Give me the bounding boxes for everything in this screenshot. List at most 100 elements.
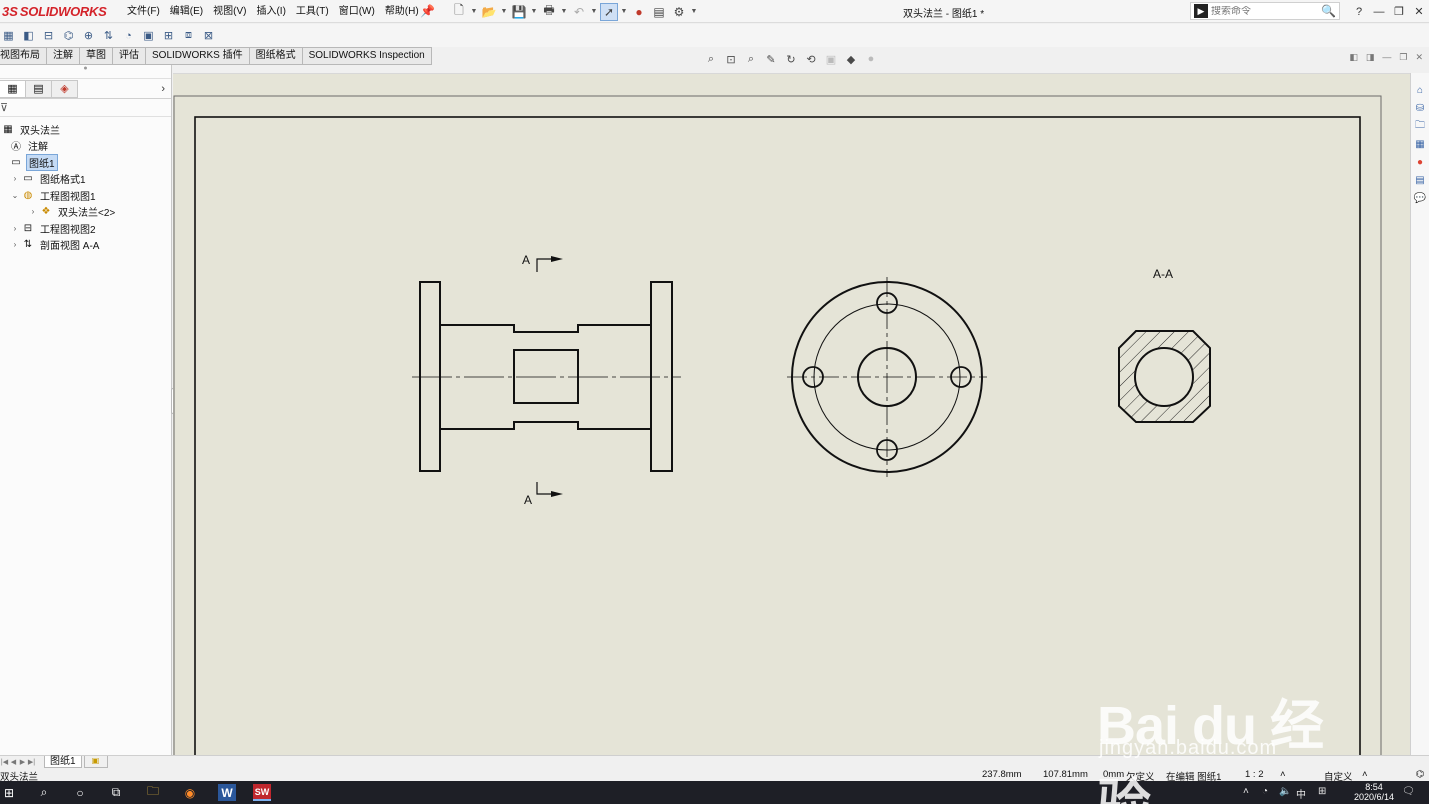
menu-view[interactable]: 视图(V) xyxy=(208,0,251,23)
volume-icon[interactable]: 🔈 xyxy=(1279,786,1291,797)
appearance-icon[interactable]: ● xyxy=(863,53,879,65)
next-sheet-icon[interactable]: ▶ xyxy=(18,758,27,766)
print-dropdown-caret[interactable]: ▼ xyxy=(560,8,568,15)
alternate-position-icon[interactable]: ⇅ xyxy=(100,27,117,44)
tab-addins[interactable]: SOLIDWORKS 插件 xyxy=(146,47,250,65)
expand-arrow-icon[interactable]: › xyxy=(10,224,20,233)
expand-panel-chevron-icon[interactable]: › xyxy=(161,83,165,95)
menu-tools[interactable]: 工具(T) xyxy=(291,0,334,23)
broken-out-section-icon[interactable]: ◔ xyxy=(120,27,137,44)
expand-arrow-icon[interactable]: › xyxy=(28,207,38,216)
clock[interactable]: 8:54 2020/6/14 xyxy=(1354,782,1394,802)
tree-node-sheet-format[interactable]: › ▭ 图纸格式1 xyxy=(0,171,171,188)
open-folder-icon[interactable]: 📂 xyxy=(480,3,498,21)
detail-view-icon[interactable]: ⊕ xyxy=(80,27,97,44)
tab-inspection[interactable]: SOLIDWORKS Inspection xyxy=(302,47,432,65)
zoom-to-fit-icon[interactable]: ⌕ xyxy=(703,53,719,66)
auxiliary-view-icon[interactable]: ⊟ xyxy=(40,27,57,44)
file-explorer-icon[interactable]: 🗀 xyxy=(1413,119,1428,134)
new-dropdown-caret[interactable]: ▼ xyxy=(470,8,478,15)
status-help-icon[interactable]: ⌬ xyxy=(1416,769,1424,780)
doc-restore-icon[interactable]: ❐ xyxy=(1399,52,1407,63)
notifications-icon[interactable]: 🗨 xyxy=(1402,786,1415,797)
menu-file[interactable]: 文件(F) xyxy=(122,0,165,23)
select-dropdown-caret[interactable]: ▼ xyxy=(620,8,628,15)
crop-view-icon[interactable]: ⧈ xyxy=(180,27,197,44)
tree-node-view1[interactable]: ⌄ ◍ 工程图视图1 xyxy=(0,187,171,204)
custom-properties-icon[interactable]: ▤ xyxy=(1413,173,1428,188)
tab-view-layout[interactable]: 视图布局 xyxy=(0,47,47,65)
tab-evaluate[interactable]: 评估 xyxy=(113,47,146,65)
restore-icon[interactable]: ❐ xyxy=(1389,5,1409,18)
tree-node-view2[interactable]: › ⊟ 工程图视图2 xyxy=(0,220,171,237)
forum-icon[interactable]: 💬 xyxy=(1413,191,1428,206)
zoom-to-area-icon[interactable]: ⊡ xyxy=(723,53,739,66)
doc-close-icon[interactable]: ✕ xyxy=(1415,52,1423,63)
file-explorer-taskbar-icon[interactable]: 🗀 xyxy=(144,784,162,801)
solidworks-logo[interactable]: 3S SOLIDWORKS xyxy=(2,2,107,21)
projected-view-icon[interactable]: ◧ xyxy=(20,27,37,44)
tree-node-root[interactable]: ▦ 双头法兰 xyxy=(0,121,171,138)
menu-edit[interactable]: 编辑(E) xyxy=(165,0,208,23)
hide-show-items-icon[interactable]: ◆ xyxy=(843,53,859,66)
prev-sheet-icon[interactable]: ◀ xyxy=(9,758,18,766)
print-icon[interactable]: 🖶 xyxy=(540,3,558,21)
tray-chevron-icon[interactable]: ˄ xyxy=(1243,786,1249,797)
design-library-icon[interactable]: ⛁ xyxy=(1413,101,1428,116)
collapse-arrow-icon[interactable]: ⌄ xyxy=(10,191,20,200)
undo-icon[interactable]: ↶ xyxy=(570,3,588,21)
property-manager-tab-icon[interactable]: ▤ xyxy=(26,79,52,98)
new-document-icon[interactable]: 🗋 xyxy=(450,3,468,21)
status-scale[interactable]: 1 : 2 xyxy=(1245,769,1264,780)
scale-up-caret-icon[interactable]: ˄ xyxy=(1280,769,1286,780)
taskbar-search-icon[interactable]: ⌕ xyxy=(35,784,53,801)
standard-3-view-icon[interactable]: ▣ xyxy=(140,27,157,44)
save-dropdown-caret[interactable]: ▼ xyxy=(530,8,538,15)
horizontal-break-icon[interactable]: ⊠ xyxy=(200,27,217,44)
network-icon[interactable]: ◔ xyxy=(1262,786,1268,797)
appearances-icon[interactable]: ● xyxy=(1413,155,1428,170)
tree-node-annotations[interactable]: Ⓐ 注解 xyxy=(0,138,171,155)
pin-icon[interactable]: 📌 xyxy=(420,4,435,18)
tab-annotation[interactable]: 注解 xyxy=(47,47,80,65)
menu-window[interactable]: 窗口(W) xyxy=(334,0,380,23)
help-icon[interactable]: ? xyxy=(1349,6,1369,18)
word-icon[interactable]: W xyxy=(218,784,236,801)
tile-left-icon[interactable]: ◧ xyxy=(1349,52,1358,63)
sheet-tab[interactable]: 图纸1 xyxy=(44,756,82,768)
drawing-canvas[interactable]: A A A-A xyxy=(173,73,1410,756)
break-view-icon[interactable]: ⊞ xyxy=(160,27,177,44)
ime-indicator[interactable]: 中 xyxy=(1296,786,1306,801)
open-dropdown-caret[interactable]: ▼ xyxy=(500,8,508,15)
options-gear-icon[interactable]: ⚙ xyxy=(670,3,688,21)
task-view-icon[interactable]: ⧉ xyxy=(107,784,125,801)
save-icon[interactable]: 💾 xyxy=(510,3,528,21)
filter-icon[interactable]: ⊽ xyxy=(0,99,171,117)
windows-start-icon[interactable]: ⊞ xyxy=(0,784,18,801)
firefox-icon[interactable]: ◉ xyxy=(181,784,199,801)
add-sheet-icon[interactable]: ▣ xyxy=(83,756,108,768)
rebuild-traffic-light-icon[interactable]: ● xyxy=(630,3,648,21)
units-up-caret-icon[interactable]: ˄ xyxy=(1362,769,1368,780)
tab-sketch[interactable]: 草图 xyxy=(80,47,113,65)
tile-right-icon[interactable]: ◨ xyxy=(1366,52,1375,63)
tab-sheet-format[interactable]: 图纸格式 xyxy=(249,47,303,65)
feature-manager-tab-icon[interactable]: ▦ xyxy=(0,79,26,98)
file-properties-icon[interactable]: ▤ xyxy=(650,3,668,21)
menu-help[interactable]: 帮助(H) xyxy=(380,0,424,23)
view-palette-icon[interactable]: ▦ xyxy=(1413,137,1428,152)
expand-arrow-icon[interactable]: › xyxy=(10,174,20,183)
select-pointer-icon[interactable]: ➚ xyxy=(600,2,618,21)
search-box[interactable]: ▶ 🔍 xyxy=(1190,2,1340,20)
menu-insert[interactable]: 插入(I) xyxy=(251,0,290,23)
undo-dropdown-caret[interactable]: ▼ xyxy=(590,8,598,15)
tree-node-section-view[interactable]: › ⇅ 剖面视图 A-A xyxy=(0,237,171,254)
first-sheet-icon[interactable]: |◀ xyxy=(0,758,9,766)
search-input[interactable] xyxy=(1211,5,1311,17)
cortana-icon[interactable]: ○ xyxy=(71,784,89,801)
panel-grip[interactable]: ● xyxy=(0,65,171,79)
solidworks-taskbar-icon[interactable]: SW xyxy=(253,784,271,801)
close-icon[interactable]: ✕ xyxy=(1409,5,1429,18)
tree-node-part-ref[interactable]: › ❖ 双头法兰<2> xyxy=(0,204,171,221)
rotate-view-icon[interactable]: ⟲ xyxy=(803,53,819,66)
